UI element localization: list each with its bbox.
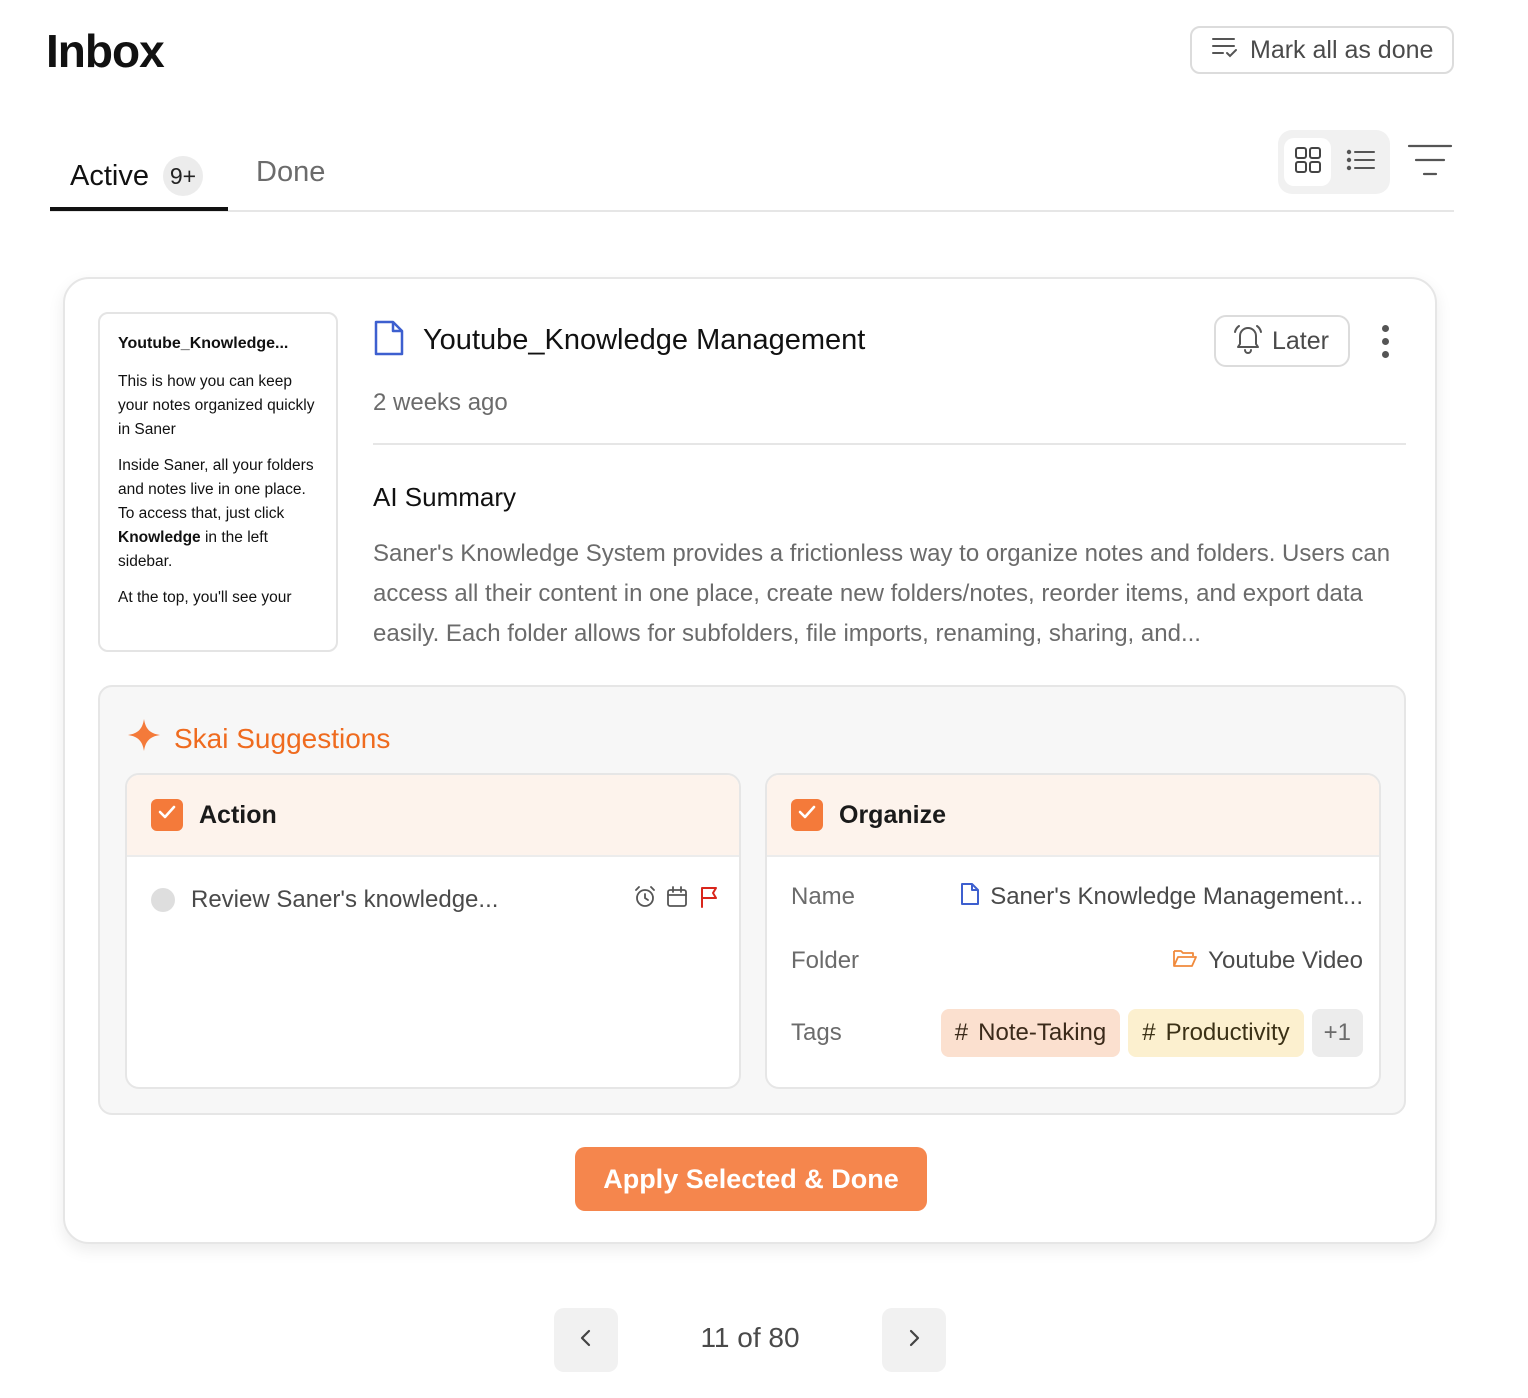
task-row: Review Saner's knowledge... — [151, 885, 721, 914]
flag-icon[interactable] — [697, 885, 721, 914]
folder-value: Youtube Video — [1208, 947, 1363, 974]
inbox-item-card: Youtube_Knowledge... This is how you can… — [63, 277, 1437, 1244]
alarm-clock-icon[interactable] — [633, 885, 657, 914]
preview-title: Youtube_Knowledge... — [118, 335, 289, 352]
organize-suggestion-card: Organize Name Saner's Knowledge Manageme… — [765, 773, 1381, 1089]
list-check-icon — [1210, 32, 1240, 69]
mark-all-done-button[interactable]: Mark all as done — [1190, 26, 1454, 74]
folder-label: Folder — [791, 947, 860, 974]
task-complete-toggle[interactable] — [151, 887, 175, 912]
folder-open-icon — [1172, 947, 1198, 976]
dot — [1381, 350, 1389, 358]
tag-label: Productivity — [1165, 1019, 1290, 1046]
next-page-button[interactable] — [882, 1308, 946, 1372]
organize-header: Organize — [767, 775, 1379, 857]
more-tags-chip[interactable]: +1 — [1311, 1009, 1363, 1057]
later-label: Later — [1272, 326, 1329, 355]
dot — [1381, 324, 1389, 332]
task-icons — [633, 885, 721, 914]
name-value-field[interactable]: Saner's Knowledge Management... — [911, 882, 1363, 913]
count-badge: 9+ — [162, 156, 203, 196]
name-label: Name — [791, 883, 856, 910]
tag-label: Note-Taking — [978, 1019, 1107, 1046]
later-button[interactable]: Later — [1214, 315, 1350, 367]
item-title[interactable]: Youtube_Knowledge Management — [423, 324, 865, 357]
preview-paragraph: This is how you can keep your notes orga… — [118, 373, 315, 438]
task-title[interactable]: Review Saner's knowledge... — [191, 886, 633, 914]
chevron-right-icon — [904, 1326, 924, 1355]
mark-all-done-label: Mark all as done — [1250, 35, 1434, 64]
item-header: Youtube_Knowledge Management — [373, 319, 865, 362]
name-value: Saner's Knowledge Management... — [990, 883, 1363, 910]
bell-icon — [1232, 322, 1264, 361]
name-row: Name Saner's Knowledge Management... — [791, 877, 1363, 917]
check-icon — [156, 801, 178, 830]
page-indicator: 11 of 80 — [700, 1322, 800, 1353]
more-options-button[interactable] — [1371, 319, 1399, 363]
hash-icon: # — [1142, 1019, 1156, 1046]
skai-suggestions-heading: Skai Suggestions — [126, 717, 390, 760]
tags-row: Tags # Note-Taking # Productivity +1 — [791, 1007, 1363, 1059]
divider — [373, 443, 1406, 445]
grid-view-button[interactable] — [1284, 138, 1331, 186]
document-preview[interactable]: Youtube_Knowledge... This is how you can… — [98, 312, 338, 652]
preview-paragraph: To access that, just click Knowledge in … — [118, 505, 285, 570]
document-icon — [960, 882, 980, 913]
folder-row: Folder Youtube Video — [791, 941, 1363, 981]
tags-label: Tags — [791, 1019, 842, 1046]
organize-label: Organize — [839, 800, 946, 829]
active-tab-indicator — [50, 207, 228, 211]
action-label: Action — [199, 800, 277, 829]
chevron-left-icon — [576, 1326, 596, 1355]
tab-active-label: Active — [70, 159, 149, 192]
ai-summary-text: Saner's Knowledge System provides a fric… — [373, 540, 1391, 647]
skai-suggestions-title: Skai Suggestions — [174, 722, 391, 754]
skai-suggestions-panel: Skai Suggestions Action Review Saner's k… — [98, 685, 1406, 1115]
item-timestamp: 2 weeks ago — [373, 389, 508, 416]
tags-list: # Note-Taking # Productivity +1 — [911, 1009, 1363, 1057]
action-checkbox[interactable] — [151, 799, 183, 831]
preview-paragraph: Inside Saner, all your folders and notes… — [118, 457, 314, 498]
tab-done-label: Done — [256, 156, 326, 188]
action-suggestion-card: Action Review Saner's knowledge... — [125, 773, 741, 1089]
document-icon — [373, 319, 405, 362]
calendar-icon[interactable] — [665, 885, 689, 914]
check-icon — [796, 801, 818, 830]
tab-bar: Active 9+ Done — [50, 150, 1454, 212]
list-view-button[interactable] — [1337, 138, 1384, 186]
view-toggle — [1278, 130, 1390, 194]
filter-icon — [1406, 140, 1454, 185]
ai-summary-heading: AI Summary — [373, 482, 517, 512]
action-header: Action — [127, 775, 739, 857]
organize-checkbox[interactable] — [791, 799, 823, 831]
sparkle-icon — [126, 717, 162, 760]
preview-paragraph: At the top, you'll see your — [118, 589, 292, 606]
tab-active[interactable]: Active 9+ — [70, 156, 203, 196]
dot — [1381, 337, 1389, 345]
filter-button[interactable] — [1404, 140, 1456, 184]
list-icon — [1345, 145, 1377, 180]
previous-page-button[interactable] — [554, 1308, 618, 1372]
apply-selected-done-button[interactable]: Apply Selected & Done — [575, 1147, 927, 1211]
folder-value-field[interactable]: Youtube Video — [911, 947, 1363, 976]
grid-icon — [1293, 145, 1323, 180]
tag-chip[interactable]: # Note-Taking — [940, 1009, 1121, 1057]
tag-chip[interactable]: # Productivity — [1128, 1009, 1304, 1057]
hash-icon: # — [954, 1019, 969, 1046]
tab-done[interactable]: Done — [256, 156, 325, 189]
page-title: Inbox — [46, 25, 165, 77]
